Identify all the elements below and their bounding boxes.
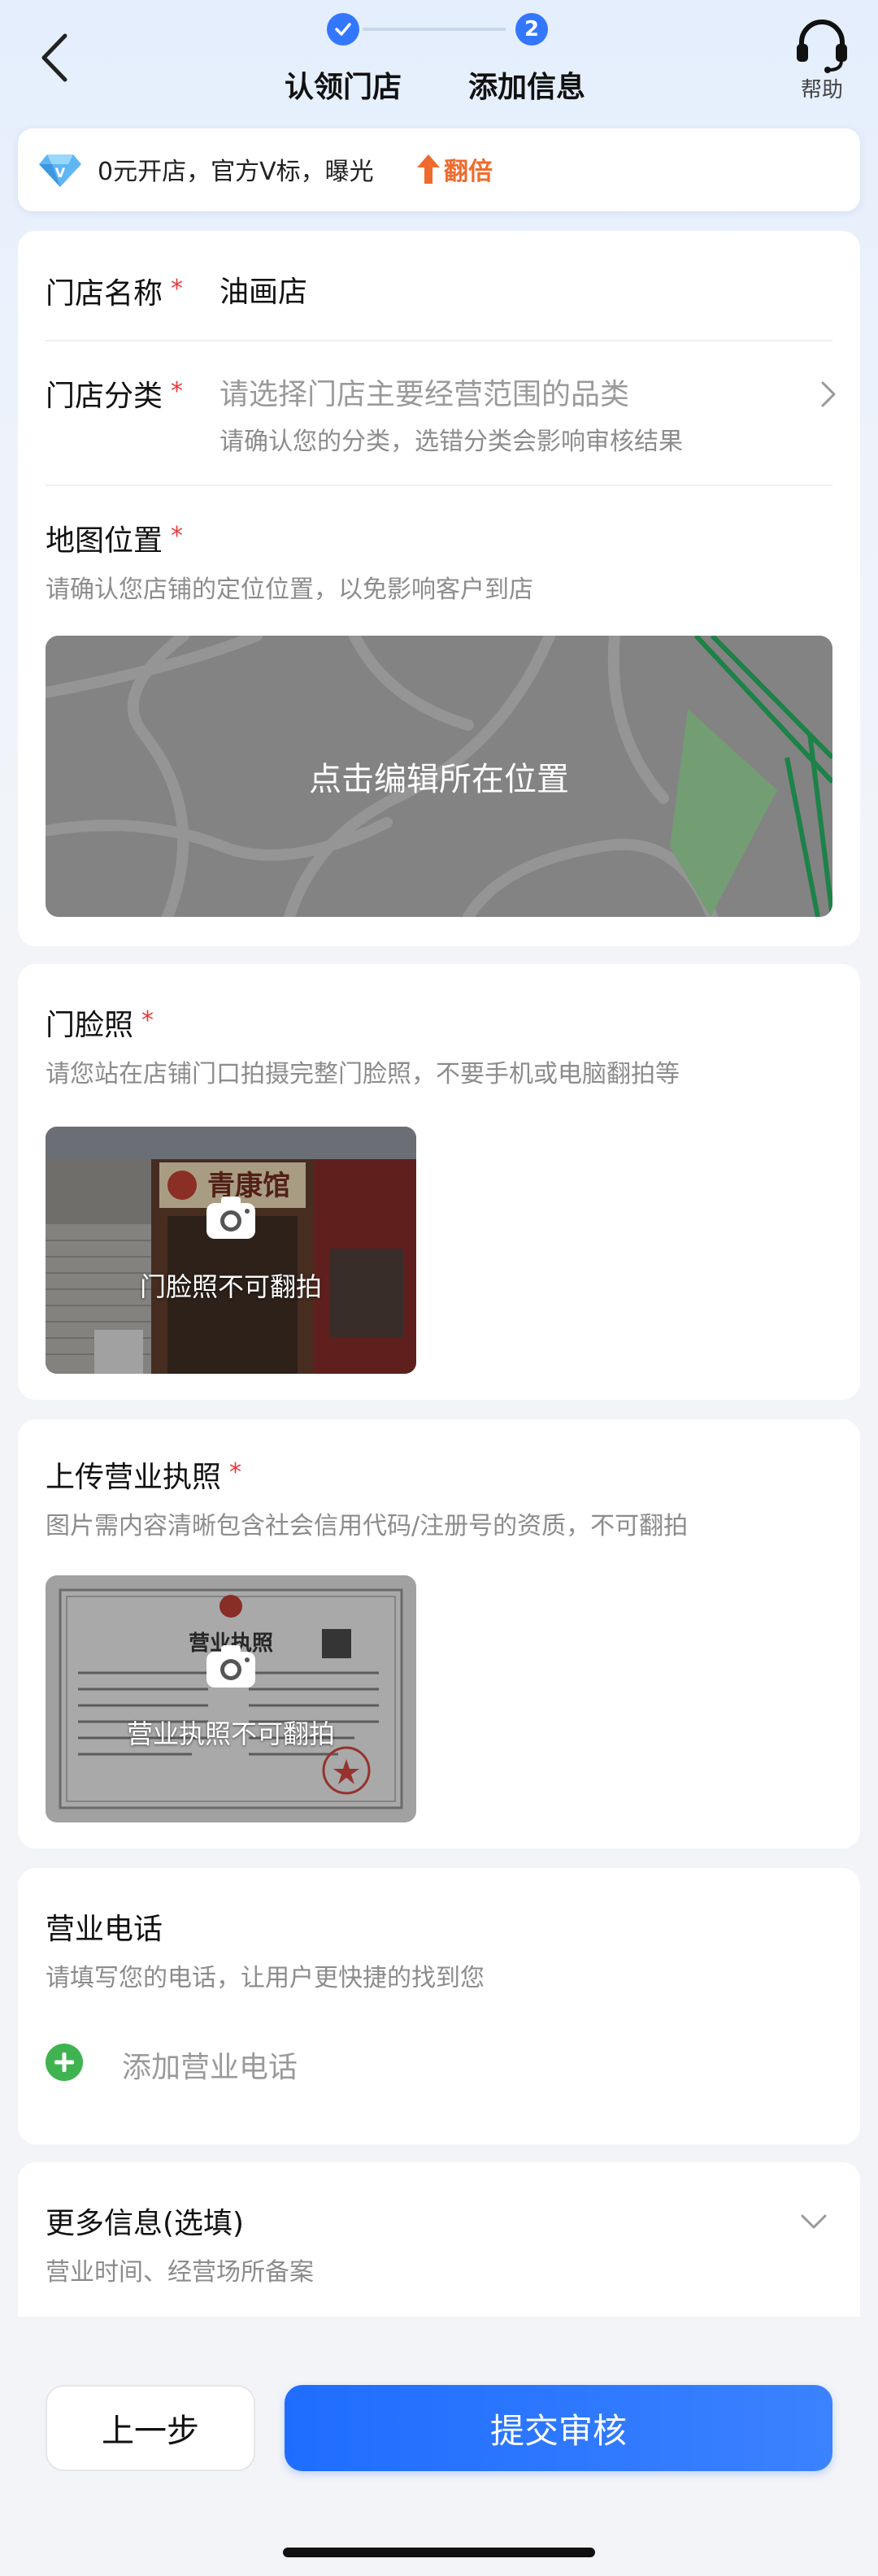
license-label: 上传营业执照 * [46, 1458, 242, 1494]
category-hint: 请确认您的分类，选错分类会影响审核结果 [220, 428, 683, 456]
chevron-right-icon [821, 381, 836, 407]
license-caption: 营业执照不可翻拍 [126, 1718, 335, 1749]
chevron-left-icon [41, 33, 67, 82]
store-name-field[interactable]: 油画店 [220, 268, 307, 311]
diamond-icon: V [39, 154, 81, 187]
plus-circle-icon [46, 2044, 83, 2081]
basic-info-card: 门店名称 * 油画店 门店分类 * 请选择门店主要经营范围的品类 请确认您的分类，选… [18, 231, 860, 946]
add-phone-button[interactable]: 添加营业电话 [46, 2031, 452, 2096]
license-hint: 图片需内容清晰包含社会信用代码/注册号的资质，不可翻拍 [46, 1512, 689, 1540]
check-icon [335, 23, 351, 36]
headset-icon [797, 20, 847, 73]
promo-highlight: 翻倍 [444, 158, 493, 186]
map-preview[interactable]: 点击编辑所在位置 [46, 636, 832, 917]
phone-hint: 请填写您的电话，让用户更快捷的找到您 [46, 1964, 485, 1992]
storefront-sample-image: 青康馆 [46, 1127, 416, 1374]
storefront-photo-upload[interactable]: 青康馆 门脸照不可翻拍 [46, 1127, 416, 1374]
business-phone-card: 营业电话 请填写您的电话，让用户更快捷的找到您 添加营业电话 [18, 1868, 860, 2144]
category-placeholder: 请选择门店主要经营范围的品类 [220, 378, 630, 411]
more-info-card[interactable]: 更多信息(选填) 营业时间、经营场所备案 [18, 2162, 860, 2317]
help-button[interactable]: 帮助 [785, 16, 858, 106]
help-label: 帮助 [800, 78, 843, 102]
license-sample-image: 营业执照 [46, 1575, 416, 1822]
divider [46, 484, 832, 486]
svg-text:V: V [55, 165, 66, 180]
step-1-label: 认领门店 [285, 71, 402, 104]
storefront-hint: 请您站在店铺门口拍摄完整门脸照，不要手机或电脑翻拍等 [46, 1060, 680, 1088]
map-label: 地图位置 * [46, 522, 184, 558]
back-button[interactable] [33, 29, 81, 86]
more-info-label: 更多信息(选填) [46, 2207, 245, 2240]
category-select[interactable]: 请选择门店主要经营范围的品类 请确认您的分类，选错分类会影响审核结果 [220, 366, 860, 456]
divider [46, 340, 832, 341]
phone-label: 营业电话 [46, 1913, 163, 1946]
promo-text: 0元开店，官方V标，曝光 [98, 158, 374, 186]
arrow-up-icon [417, 154, 440, 184]
business-license-upload[interactable]: 营业执照 营业执照不可翻拍 [46, 1575, 416, 1822]
camera-icon [206, 1197, 255, 1239]
previous-step-button[interactable]: 上一步 [46, 2385, 255, 2471]
promo-banner[interactable]: V 0元开店，官方V标，曝光 翻倍 [18, 128, 860, 211]
camera-icon [206, 1645, 255, 1688]
storefront-caption: 门脸照不可翻拍 [139, 1271, 322, 1302]
map-hint: 请确认您店铺的定位位置，以免影响客户到店 [46, 576, 533, 604]
category-label: 门店分类 * [46, 377, 184, 413]
store-name-label: 门店名称 * [46, 275, 184, 311]
step-2-indicator: 2 [515, 13, 548, 46]
storefront-label: 门脸照 * [46, 1006, 154, 1042]
step-2-label: 添加信息 [468, 71, 586, 104]
add-phone-label: 添加营业电话 [122, 2051, 298, 2084]
step-1-done-indicator [327, 13, 359, 46]
more-info-hint: 营业时间、经营场所备案 [46, 2258, 314, 2287]
submit-review-button[interactable]: 提交审核 [285, 2385, 832, 2471]
home-indicator[interactable] [283, 2548, 595, 2557]
edit-location-label: 点击编辑所在位置 [309, 761, 569, 798]
stepper-connector [363, 28, 506, 31]
business-license-card: 上传营业执照 * 图片需内容清晰包含社会信用代码/注册号的资质，不可翻拍 营业执照 [18, 1419, 860, 1848]
chevron-down-icon [801, 2214, 827, 2229]
storefront-photo-card: 门脸照* 请您站在店铺门口拍摄完整门脸照，不要手机或电脑翻拍等 青康馆 [18, 964, 860, 1400]
